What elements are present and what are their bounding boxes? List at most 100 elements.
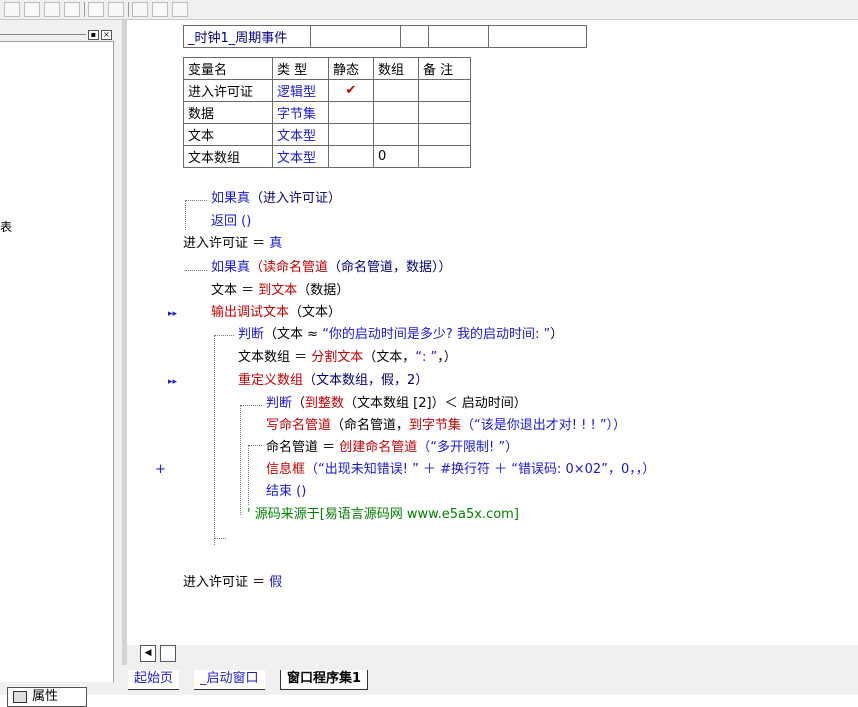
- keyword: 如果真: [211, 260, 251, 275]
- flow-line: [185, 200, 207, 201]
- table-header-row: 变量名 类 型 静态 数组 备 注: [183, 57, 471, 80]
- code-text: （进入许可证）: [250, 191, 342, 206]
- expand-marker-icon[interactable]: +: [155, 462, 166, 478]
- code-line[interactable]: 文本 ＝ 到文本（数据）: [211, 283, 349, 299]
- tab-startup-window[interactable]: _启动窗口: [194, 670, 265, 690]
- code-line[interactable]: 如果真（进入许可证）: [211, 191, 341, 207]
- var-array[interactable]: [373, 101, 419, 124]
- align-center-icon[interactable]: [24, 2, 40, 17]
- var-note[interactable]: [418, 79, 471, 102]
- flow-line: [240, 405, 241, 515]
- code-line[interactable]: 判断（文本 ≈ “你的启动时间是多少? 我的启动时间: ”）: [238, 327, 563, 343]
- properties-icon: [13, 691, 27, 703]
- code-line[interactable]: 信息框（“出现未知错误! ” ＋ #换行符 ＋ “错误码: 0×02”，0，，）: [266, 462, 655, 478]
- var-note[interactable]: [418, 101, 471, 124]
- string-literal: （“出现未知错误! ” ＋ #换行符 ＋ “错误码: 0×02”，0，，）: [305, 462, 656, 477]
- code-line[interactable]: 进入许可证 ＝ 假: [183, 575, 282, 591]
- panel-stub-text: 表: [0, 220, 13, 234]
- function-name: 重定义数组: [238, 373, 304, 388]
- flow-line: [240, 405, 262, 406]
- var-type[interactable]: 文本型: [272, 145, 329, 168]
- var-name[interactable]: 进入许可证: [183, 79, 273, 102]
- code-text: 命名管道 ＝: [266, 440, 340, 455]
- flow-line: [248, 445, 249, 505]
- align-top-icon[interactable]: [44, 2, 60, 17]
- var-name[interactable]: 文本: [183, 123, 273, 146]
- function-name: 到字节集: [409, 418, 462, 433]
- sub-return-cell[interactable]: [310, 25, 401, 48]
- comment-line[interactable]: ' 源码来源于[易语言源码网 www.e5a5x.com]: [247, 507, 519, 523]
- string-literal: （“该是你退出才对! ! ! ”））: [461, 418, 627, 433]
- code-line[interactable]: 结束 (): [266, 484, 306, 500]
- code-line[interactable]: 返回 (): [211, 214, 251, 230]
- code-line[interactable]: 输出调试文本（文本）: [211, 305, 341, 321]
- var-note[interactable]: [418, 145, 471, 168]
- scroll-right-button[interactable]: [160, 645, 176, 662]
- var-array[interactable]: [373, 79, 419, 102]
- sub-name-cell[interactable]: _时钟1_周期事件: [183, 25, 311, 48]
- sub-note-cell[interactable]: [488, 25, 587, 48]
- distribute-v-icon[interactable]: [108, 2, 124, 17]
- same-size-icon[interactable]: [172, 2, 188, 17]
- var-array[interactable]: [373, 123, 419, 146]
- string-literal: “: ”: [415, 350, 438, 365]
- variable-table: 变量名 类 型 静态 数组 备 注 进入许可证 逻辑型 ✔ 数据 字节集 文本 …: [183, 57, 471, 168]
- scroll-left-icon[interactable]: ◀: [140, 645, 156, 662]
- same-height-icon[interactable]: [152, 2, 168, 17]
- code-line[interactable]: 如果真（读命名管道（命名管道，数据））: [211, 260, 452, 276]
- var-name[interactable]: 文本数组: [183, 145, 273, 168]
- table-row[interactable]: 数据 字节集: [183, 101, 471, 124]
- toolbar-separator: [84, 2, 85, 17]
- keyword: 假: [269, 575, 283, 590]
- code-line[interactable]: 判断（到整数（文本数组 [2]）＜ 启动时间）: [266, 396, 527, 412]
- table-row[interactable]: 进入许可证 逻辑型 ✔: [183, 79, 471, 102]
- var-static[interactable]: [328, 123, 374, 146]
- code-text: 文本 ＝: [211, 283, 259, 298]
- table-row[interactable]: 文本 文本型: [183, 123, 471, 146]
- code-line[interactable]: 写命名管道（命名管道，到字节集（“该是你退出才对! ! ! ”））: [266, 418, 626, 434]
- code-text: （文本）: [289, 305, 342, 320]
- align-middle-icon[interactable]: [64, 2, 80, 17]
- var-note[interactable]: [418, 123, 471, 146]
- properties-tab[interactable]: 属性: [7, 687, 87, 707]
- breakpoint-marker-icon[interactable]: ▸▸: [168, 377, 177, 387]
- var-type[interactable]: 字节集: [272, 101, 329, 124]
- flow-line: [214, 538, 226, 539]
- properties-tab-label: 属性: [32, 689, 59, 704]
- code-text: ，）: [437, 350, 457, 365]
- table-row[interactable]: 文本数组 文本型 0: [183, 145, 471, 168]
- column-header: 类 型: [272, 57, 329, 80]
- function-name: 创建命名管道: [339, 440, 418, 455]
- string-literal: （“多开限制! ”）: [417, 440, 519, 455]
- flow-line: [185, 200, 186, 230]
- code-text: （命名管道，: [331, 418, 410, 433]
- tab-window-assembly[interactable]: 窗口程序集1: [280, 670, 369, 690]
- sub-col-cell[interactable]: [428, 25, 489, 48]
- var-static-checkmark-icon[interactable]: ✔: [328, 79, 374, 102]
- panel-content: 表: [0, 41, 114, 682]
- flow-line: [214, 335, 234, 336]
- close-icon[interactable]: ×: [101, 30, 112, 40]
- toolbar-separator: [128, 2, 129, 17]
- sub-public-cell[interactable]: [400, 25, 429, 48]
- tab-start-page[interactable]: 起始页: [128, 670, 180, 690]
- same-width-icon[interactable]: [132, 2, 148, 17]
- var-type[interactable]: 文本型: [272, 123, 329, 146]
- code-line[interactable]: 进入许可证 ＝ 真: [183, 236, 282, 252]
- var-array[interactable]: 0: [373, 145, 419, 168]
- breakpoint-marker-icon[interactable]: ▸▸: [168, 309, 177, 319]
- function-name: 分割文本: [311, 350, 364, 365]
- horizontal-scrollbar[interactable]: [127, 645, 858, 665]
- sub-header-table: _时钟1_周期事件: [183, 25, 587, 48]
- align-left-icon[interactable]: [4, 2, 20, 17]
- code-line[interactable]: 重定义数组（文本数组，假，2）: [238, 373, 428, 389]
- code-line[interactable]: 命名管道 ＝ 创建命名管道（“多开限制! ”）: [266, 440, 518, 456]
- distribute-h-icon[interactable]: [88, 2, 104, 17]
- var-static[interactable]: [328, 145, 374, 168]
- function-name: 到整数: [305, 396, 345, 411]
- code-line[interactable]: 文本数组 ＝ 分割文本（文本，“: ”，）: [238, 350, 457, 366]
- var-static[interactable]: [328, 101, 374, 124]
- var-type[interactable]: 逻辑型: [272, 79, 329, 102]
- restore-icon[interactable]: ▪: [88, 30, 99, 40]
- var-name[interactable]: 数据: [183, 101, 273, 124]
